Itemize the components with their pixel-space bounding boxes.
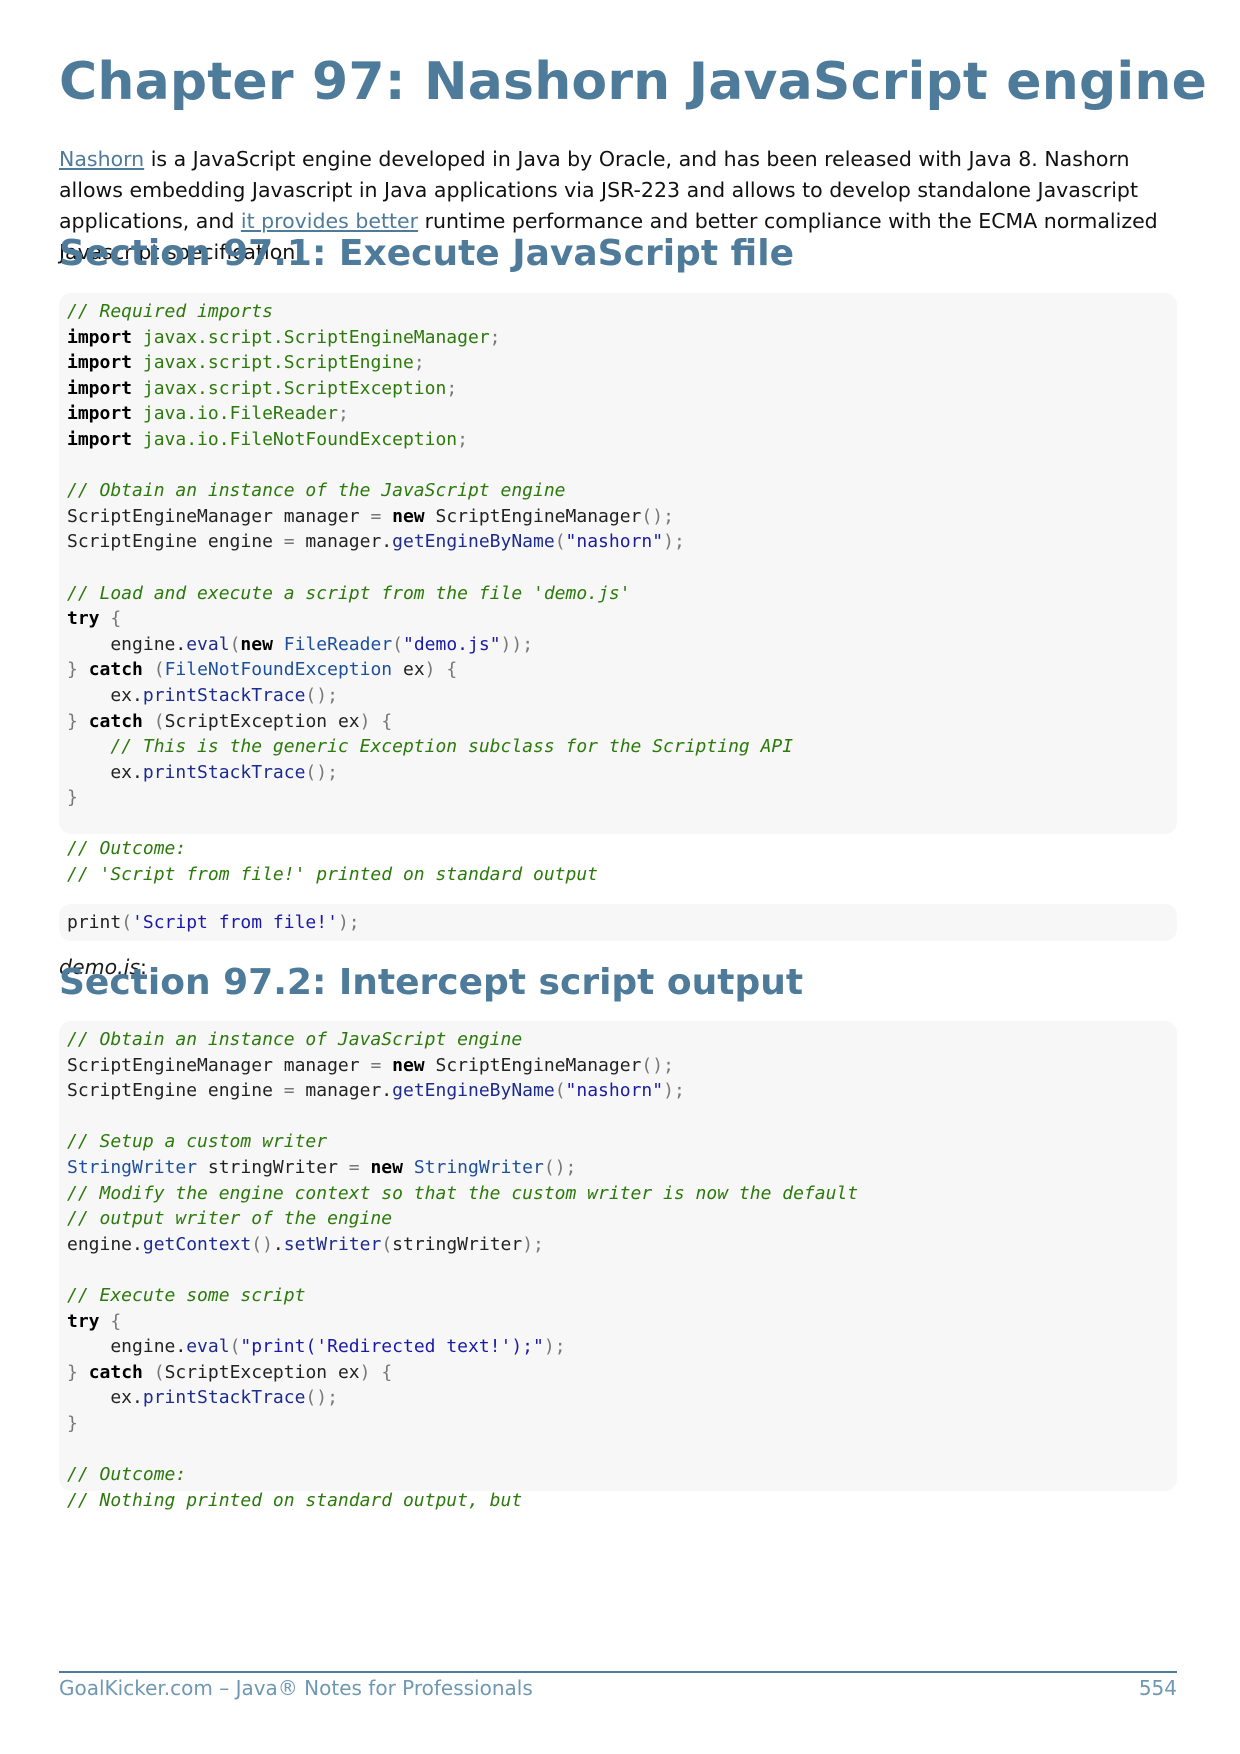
- code-block-intercept-output: // Obtain an instance of JavaScript engi…: [59, 1021, 1177, 1511]
- code-listing: // Required imports import javax.script.…: [67, 301, 794, 886]
- section-97-2-title: Section 97.2: Intercept script output: [59, 962, 804, 1003]
- it-provides-better-link[interactable]: it provides better: [241, 209, 418, 233]
- code-block-demo-js: print('Script from file!');: [59, 904, 1177, 941]
- section-97-1-title: Section 97.1: Execute JavaScript file: [59, 233, 794, 274]
- chapter-title: Chapter 97: Nashorn JavaScript engine: [59, 52, 1208, 112]
- nashorn-link[interactable]: Nashorn: [59, 147, 144, 171]
- footer-divider: [59, 1671, 1177, 1673]
- code-block-execute-file: // Required imports import javax.script.…: [59, 293, 1177, 885]
- code-listing: print('Script from file!');: [67, 912, 360, 933]
- page-number: 554: [1138, 1676, 1177, 1700]
- footer-source: GoalKicker.com – Java® Notes for Profess…: [59, 1676, 533, 1700]
- code-listing: // Obtain an instance of JavaScript engi…: [67, 1029, 859, 1511]
